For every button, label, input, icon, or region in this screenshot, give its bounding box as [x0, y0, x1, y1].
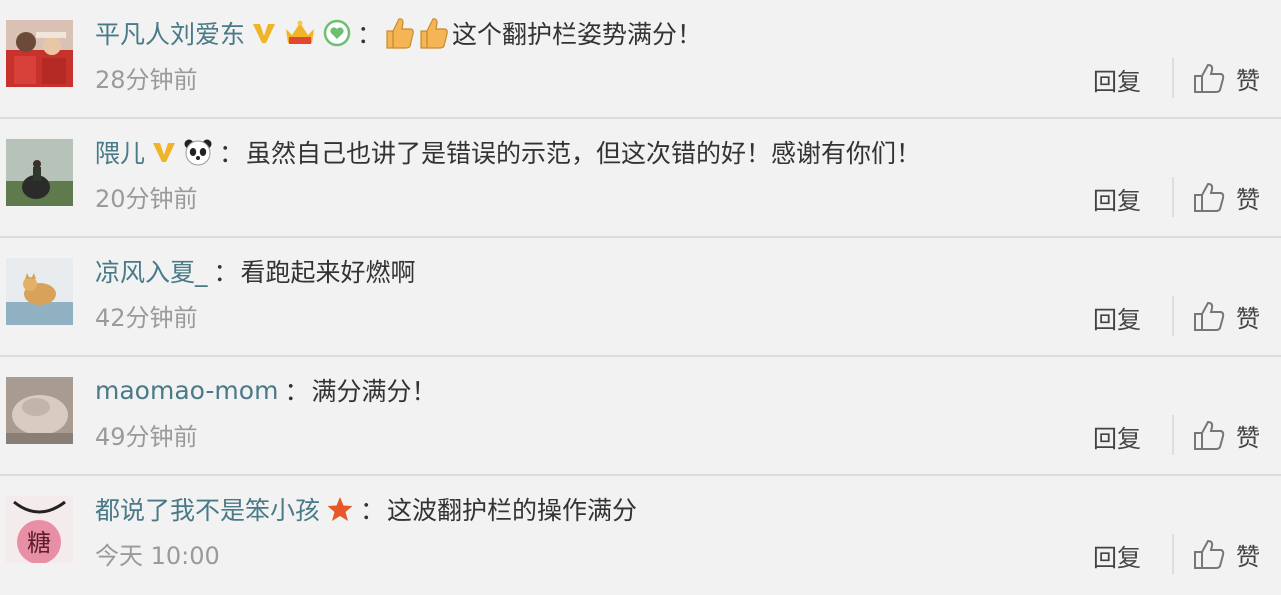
avatar[interactable]: 糖: [6, 496, 73, 563]
comment-line: 都说了我不是笨小孩 ： 这波翻护栏的操作满分: [95, 489, 637, 529]
like-button[interactable]: 赞: [1192, 296, 1260, 336]
comment-text: 满分满分！: [311, 377, 437, 406]
divider: [1172, 296, 1174, 336]
reply-button[interactable]: 回复: [1093, 419, 1141, 454]
like-label: 赞: [1236, 185, 1260, 214]
star-badge-icon: [326, 495, 354, 523]
thumbs-up-icon: [1194, 63, 1225, 93]
timestamp: 28分钟前: [95, 66, 198, 94]
thumbs-up-icon: [1194, 182, 1225, 212]
like-label: 赞: [1236, 66, 1260, 95]
like-label: 赞: [1236, 304, 1260, 333]
avatar[interactable]: [6, 258, 73, 325]
timestamp: 42分钟前: [95, 304, 198, 332]
username-link[interactable]: 凉风入夏_: [95, 253, 208, 289]
comment-text: 虽然自己也讲了是错误的示范，但这次错的好！感谢有你们！: [246, 139, 922, 168]
username-link[interactable]: 都说了我不是笨小孩: [95, 491, 320, 527]
comment-line: maomao-mom ： 满分满分！: [95, 370, 436, 410]
like-label: 赞: [1236, 423, 1260, 452]
username-link[interactable]: 隈儿: [95, 134, 145, 170]
username-link[interactable]: maomao-mom: [95, 376, 278, 405]
comment-item: 隈儿 ： 虽然自己也讲了是错误的示范，但这次错的好！感谢有你们！ 20分钟前 回…: [0, 119, 1281, 238]
panda-badge-icon: [183, 138, 213, 166]
crown-badge-icon: [283, 19, 317, 47]
heart-badge-icon: [323, 19, 351, 47]
like-label: 赞: [1236, 542, 1260, 571]
verified-v-icon: [151, 139, 177, 165]
comment-text: 这个翻护栏姿势满分！: [452, 20, 703, 49]
thumbs-up-emoji-icon: [384, 16, 416, 50]
divider: [1172, 58, 1174, 98]
thumbs-up-icon: [1194, 301, 1225, 331]
reply-button[interactable]: 回复: [1093, 62, 1141, 97]
reply-button[interactable]: 回复: [1093, 300, 1141, 335]
like-button[interactable]: 赞: [1192, 177, 1260, 217]
like-button[interactable]: 赞: [1192, 534, 1260, 574]
thumbs-up-emoji-icon: [418, 16, 450, 50]
divider: [1172, 534, 1174, 574]
thumbs-up-icon: [1194, 539, 1225, 569]
reply-button[interactable]: 回复: [1093, 181, 1141, 216]
avatar[interactable]: [6, 377, 73, 444]
divider: [1172, 177, 1174, 217]
like-button[interactable]: 赞: [1192, 415, 1260, 455]
timestamp: 今天 10:00: [95, 542, 220, 570]
comment-line: 平凡人刘爱东 ： 这个翻护栏姿势满分！: [95, 13, 702, 53]
timestamp: 20分钟前: [95, 185, 198, 213]
divider: [1172, 415, 1174, 455]
like-button[interactable]: 赞: [1192, 58, 1260, 98]
avatar[interactable]: [6, 20, 73, 87]
thumbs-up-icon: [1194, 420, 1225, 450]
reply-button[interactable]: 回复: [1093, 538, 1141, 573]
comment-feed: 平凡人刘爱东 ： 这个翻护栏姿势满分！ 28分钟前 回复 赞 隈儿 ： 虽然自己…: [0, 0, 1281, 593]
verified-v-icon: [251, 20, 277, 46]
comment-item: 平凡人刘爱东 ： 这个翻护栏姿势满分！ 28分钟前 回复 赞: [0, 0, 1281, 119]
comment-item: maomao-mom ： 满分满分！ 49分钟前 回复 赞: [0, 357, 1281, 476]
comment-item: 凉风入夏_ ： 看跑起来好燃啊 42分钟前 回复 赞: [0, 238, 1281, 357]
avatar-glyph: 糖: [27, 529, 51, 557]
comment-text: 这波翻护栏的操作满分: [387, 496, 638, 525]
comment-item: 糖 都说了我不是笨小孩 ： 这波翻护栏的操作满分 今天 10:00 回复 赞: [0, 476, 1281, 595]
comment-line: 凉风入夏_ ： 看跑起来好燃啊: [95, 251, 416, 291]
comment-text: 看跑起来好燃啊: [240, 258, 416, 287]
avatar[interactable]: [6, 139, 73, 206]
comment-line: 隈儿 ： 虽然自己也讲了是错误的示范，但这次错的好！感谢有你们！: [95, 132, 921, 172]
username-link[interactable]: 平凡人刘爱东: [95, 15, 245, 51]
timestamp: 49分钟前: [95, 423, 198, 451]
